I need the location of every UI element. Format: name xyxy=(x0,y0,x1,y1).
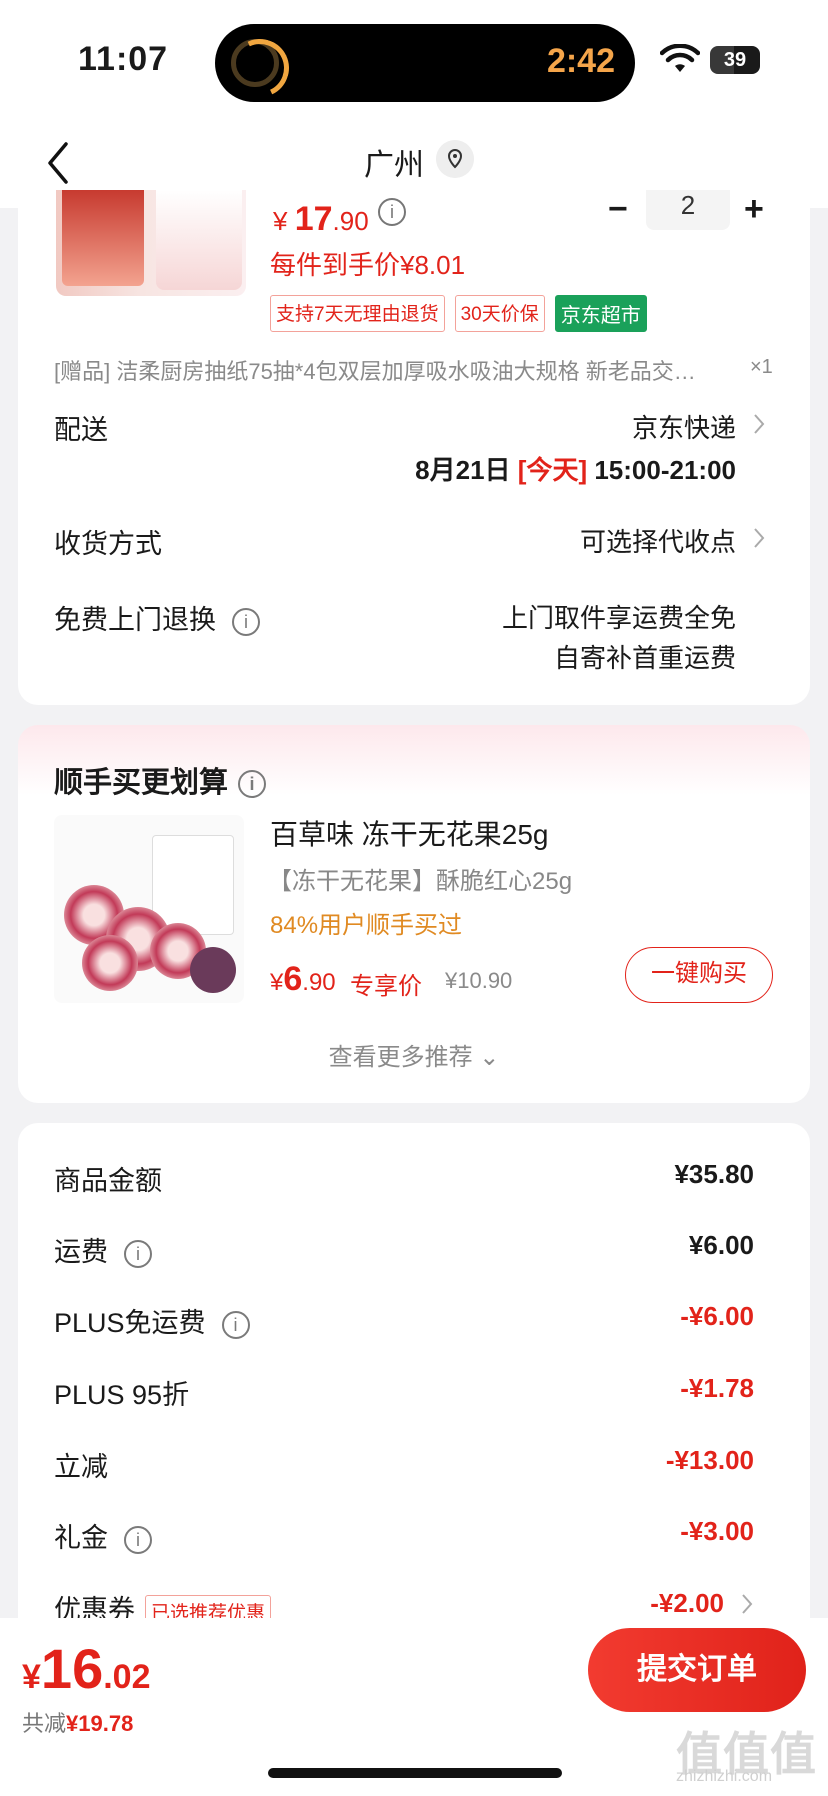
order-item-card: ¥ 17.90 i − 2 + 每件到手价¥8.01 支持7天无理由退货 30天… xyxy=(18,190,810,705)
info-icon[interactable]: i xyxy=(221,1310,250,1339)
summary-label: PLUS免运费 i xyxy=(54,1301,250,1340)
summary-row: 立减 -¥13.00 xyxy=(54,1445,754,1485)
recommend-product-desc: 【冻干无花果】酥脆红心25g xyxy=(268,868,573,895)
battery-icon: 39 xyxy=(710,46,760,74)
summary-row: PLUS免运费 i -¥6.00 xyxy=(54,1301,754,1341)
item-price: ¥ 17.90 xyxy=(273,200,369,238)
summary-row: PLUS 95折 -¥1.78 xyxy=(54,1373,754,1413)
island-timer: 2:42 xyxy=(546,42,615,80)
delivery-time[interactable]: 8月21日 [今天] 15:00-21:00 xyxy=(415,450,736,487)
total-price: ¥16.02 xyxy=(22,1637,151,1700)
summary-label: 立减 xyxy=(54,1452,108,1482)
product-image[interactable] xyxy=(56,190,246,296)
summary-value: -¥13.00 xyxy=(665,1445,754,1475)
tag-jd-supermarket: 京东超市 xyxy=(554,295,647,332)
total-saved: 共减¥19.78 xyxy=(22,1711,134,1736)
dynamic-island[interactable]: 2:42 xyxy=(215,24,635,102)
price-info-icon[interactable]: i xyxy=(378,198,406,226)
quantity-plus-button[interactable]: + xyxy=(744,190,764,229)
summary-label: PLUS 95折 xyxy=(54,1380,190,1410)
free-return-line2: 自寄补首重运费 xyxy=(553,643,736,673)
chevron-down-icon: ⌄ xyxy=(479,1044,500,1071)
order-page: 11:07 2:42 39 广州 ¥ 17.90 i − 2 + 每件到手价¥8… xyxy=(0,0,828,1796)
free-return-line1: 上门取件享运费全免 xyxy=(501,603,736,633)
info-icon[interactable]: i xyxy=(238,770,267,799)
timer-icon xyxy=(231,39,279,87)
view-more-link[interactable]: 查看更多推荐 ⌄ xyxy=(18,1037,810,1072)
checkout-bar: ¥16.02 共减¥19.78 提交订单 值值值 zhizhizhi.com xyxy=(0,1618,828,1796)
service-tags: 支持7天无理由退货 30天价保 京东超市 xyxy=(270,295,647,332)
location-pin-icon[interactable] xyxy=(436,140,474,178)
receive-method-value[interactable]: 可选择代收点 xyxy=(580,522,736,559)
recommend-old-price: ¥10.90 xyxy=(445,968,513,993)
delivery-carrier[interactable]: 京东快递 xyxy=(632,408,736,445)
wifi-icon xyxy=(660,44,700,72)
summary-value: -¥6.00 xyxy=(680,1301,754,1331)
recommend-title: 顺手买更划算 i xyxy=(54,759,267,801)
chevron-right-icon[interactable] xyxy=(740,1592,754,1616)
quantity-minus-button[interactable]: − xyxy=(608,190,628,229)
summary-row: 礼金 i -¥3.00 xyxy=(54,1516,754,1556)
info-icon[interactable]: i xyxy=(124,1525,152,1554)
tag-7day-return: 支持7天无理由退货 xyxy=(270,295,445,332)
summary-row: 商品金额 ¥35.80 xyxy=(54,1159,754,1199)
receive-method-label: 收货方式 xyxy=(54,529,162,559)
summary-label: 商品金额 xyxy=(54,1166,162,1196)
recommend-card: 顺手买更划算 i 百草味 冻干无花果25g 【冻干无花果】酥脆红心25g 84%用… xyxy=(18,725,810,1103)
info-icon[interactable]: i xyxy=(232,607,260,636)
one-click-buy-button[interactable]: 一键购买 xyxy=(625,947,773,1003)
watermark-url: zhizhizhi.com xyxy=(676,1768,773,1785)
page-title[interactable]: 广州 xyxy=(364,140,424,184)
summary-value: -¥2.00 xyxy=(650,1588,724,1618)
chevron-right-icon[interactable] xyxy=(752,412,766,436)
gift-item[interactable]: [赠品] 洁柔厨房抽纸75抽*4包双层加厚吸水吸油大规格 新老品交… xyxy=(54,354,724,386)
gift-quantity: ×1 xyxy=(750,356,773,378)
status-time: 11:07 xyxy=(78,40,169,78)
submit-order-button[interactable]: 提交订单 xyxy=(588,1628,806,1712)
unit-price: 每件到手价¥8.01 xyxy=(270,250,466,280)
chevron-right-icon[interactable] xyxy=(752,526,766,550)
summary-label: 运费 i xyxy=(54,1230,152,1269)
status-bar: 11:07 2:42 39 xyxy=(0,0,828,118)
delivery-label: 配送 xyxy=(54,415,108,445)
summary-value: ¥35.80 xyxy=(674,1159,754,1189)
summary-value: -¥1.78 xyxy=(680,1373,754,1403)
price-summary-card: 商品金额 ¥35.80 运费 i ¥6.00 PLUS免运费 i -¥6.00 PL… xyxy=(18,1123,810,1643)
summary-value: ¥6.00 xyxy=(688,1230,754,1260)
recommend-product-name[interactable]: 百草味 冻干无花果25g xyxy=(270,813,549,853)
summary-row: 运费 i ¥6.00 xyxy=(54,1230,754,1270)
quantity-value[interactable]: 2 xyxy=(646,190,730,230)
info-icon[interactable]: i xyxy=(124,1239,152,1268)
recommend-price: ¥6.90 xyxy=(270,960,336,998)
free-return-label: 免费上门退换 i xyxy=(54,598,260,637)
summary-value: -¥3.00 xyxy=(680,1516,754,1546)
summary-label: 礼金 i xyxy=(54,1516,152,1555)
recommend-buy-rate: 84%用户顺手买过 xyxy=(270,912,463,939)
recommend-product-image[interactable] xyxy=(54,815,244,1003)
recommend-price-tag: 专享价 xyxy=(350,973,422,1000)
tag-price-protect: 30天价保 xyxy=(454,295,545,332)
home-indicator[interactable] xyxy=(268,1768,562,1778)
